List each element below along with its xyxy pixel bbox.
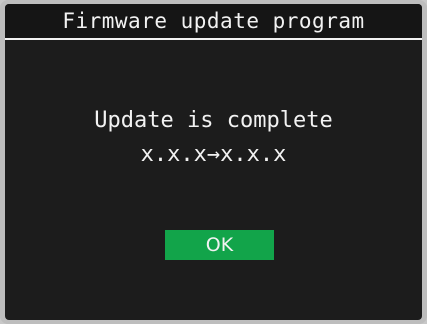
title-bar: Firmware update program bbox=[5, 4, 422, 40]
page-title: Firmware update program bbox=[62, 9, 365, 33]
status-message: Update is complete bbox=[94, 108, 333, 133]
version-change-text: x.x.x→x.x.x bbox=[140, 142, 287, 167]
device-bezel: Firmware update program Update is comple… bbox=[0, 0, 427, 324]
ok-button[interactable]: OK bbox=[165, 230, 274, 260]
device-screen: Firmware update program Update is comple… bbox=[5, 4, 422, 320]
